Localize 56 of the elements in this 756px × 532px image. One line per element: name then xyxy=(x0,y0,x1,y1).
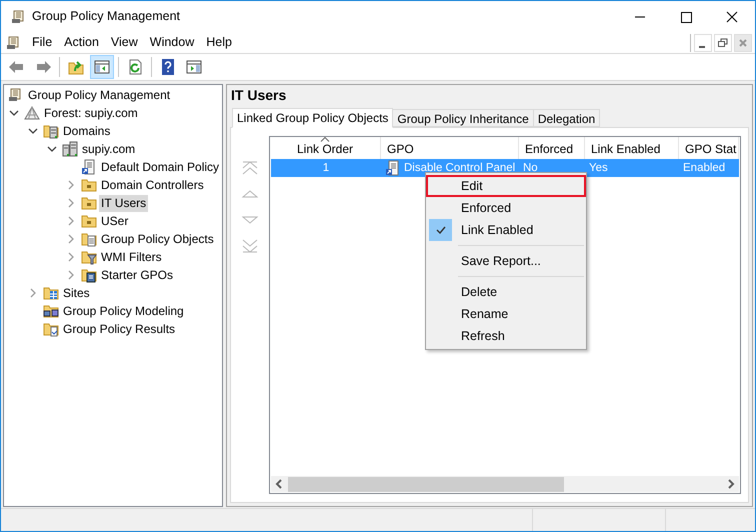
tree-item[interactable]: Group Policy Modeling xyxy=(61,302,186,320)
folder-icon xyxy=(81,177,97,193)
tab[interactable]: Linked Group Policy Objects xyxy=(232,108,394,128)
menu-item[interactable]: Save Report... xyxy=(426,250,586,272)
folder-server-icon xyxy=(43,123,59,139)
tree-item[interactable]: IT Users xyxy=(99,194,148,212)
restore-icon[interactable] xyxy=(714,34,732,52)
tree-item[interactable]: Domain Controllers xyxy=(99,176,206,194)
tree-item[interactable]: Default Domain Policy xyxy=(99,158,222,176)
document-shortcut-icon xyxy=(385,160,401,176)
menu-item[interactable]: Edit xyxy=(426,175,586,197)
table-cell-text: 1 xyxy=(322,161,330,176)
menu-item[interactable]: Link Enabled xyxy=(426,219,586,241)
tree-item[interactable]: Group Policy Objects xyxy=(99,230,216,248)
menu-item[interactable]: Help xyxy=(200,32,238,52)
document-shortcut-icon xyxy=(81,159,97,175)
menu-item[interactable]: Window xyxy=(144,32,200,52)
folder-document-icon xyxy=(43,321,59,337)
folder-icon xyxy=(81,195,97,211)
panel-left-icon[interactable] xyxy=(90,55,114,79)
table-cell-text: Enabled xyxy=(683,161,726,176)
move-top-icon[interactable] xyxy=(241,159,259,177)
tree-item[interactable]: Forest: supiy.com xyxy=(42,104,140,122)
tab[interactable]: Delegation xyxy=(532,109,600,127)
tree-item[interactable]: Starter GPOs xyxy=(99,266,176,284)
menu-item[interactable]: Refresh xyxy=(426,325,586,347)
folder-grid-icon xyxy=(43,285,59,301)
pyramid-icon xyxy=(24,105,40,121)
tree-item[interactable]: USer xyxy=(99,212,130,230)
folder-icon xyxy=(81,213,97,229)
tab[interactable]: Group Policy Inheritance xyxy=(392,109,534,127)
menu-item[interactable]: Rename xyxy=(426,303,586,325)
tree-item[interactable]: Domains xyxy=(61,122,112,140)
tree-item[interactable]: WMI Filters xyxy=(99,248,164,266)
table-cell-text: Disable Control Panel xyxy=(404,161,516,176)
tree-item[interactable]: Group Policy Results xyxy=(61,320,178,338)
tree-item[interactable]: Sites xyxy=(61,284,92,302)
window-title: Group Policy Management xyxy=(32,8,180,26)
server-icon xyxy=(62,141,78,157)
menu-item[interactable]: View xyxy=(104,32,144,52)
table-cell-text: No xyxy=(523,161,538,176)
horizontal-scrollbar[interactable] xyxy=(271,476,739,492)
folder-funnel-icon xyxy=(81,249,97,265)
panel-title: IT Users xyxy=(230,86,288,105)
table-cell-text: Yes xyxy=(589,161,608,176)
menu-item[interactable]: Action xyxy=(58,32,105,52)
tree-item[interactable]: supiy.com xyxy=(80,140,138,158)
menu-item[interactable]: Delete xyxy=(426,281,586,303)
folder-document-icon xyxy=(81,231,97,247)
folder-document-icon xyxy=(81,267,97,283)
scrollbar-thumb[interactable] xyxy=(288,476,564,492)
tree-item[interactable]: Group Policy Management xyxy=(26,86,172,104)
menu-item[interactable]: Enforced xyxy=(426,197,586,219)
move-bottom-icon[interactable] xyxy=(241,237,259,255)
minimize-icon[interactable] xyxy=(694,34,712,52)
menu-item[interactable]: File xyxy=(26,32,58,52)
